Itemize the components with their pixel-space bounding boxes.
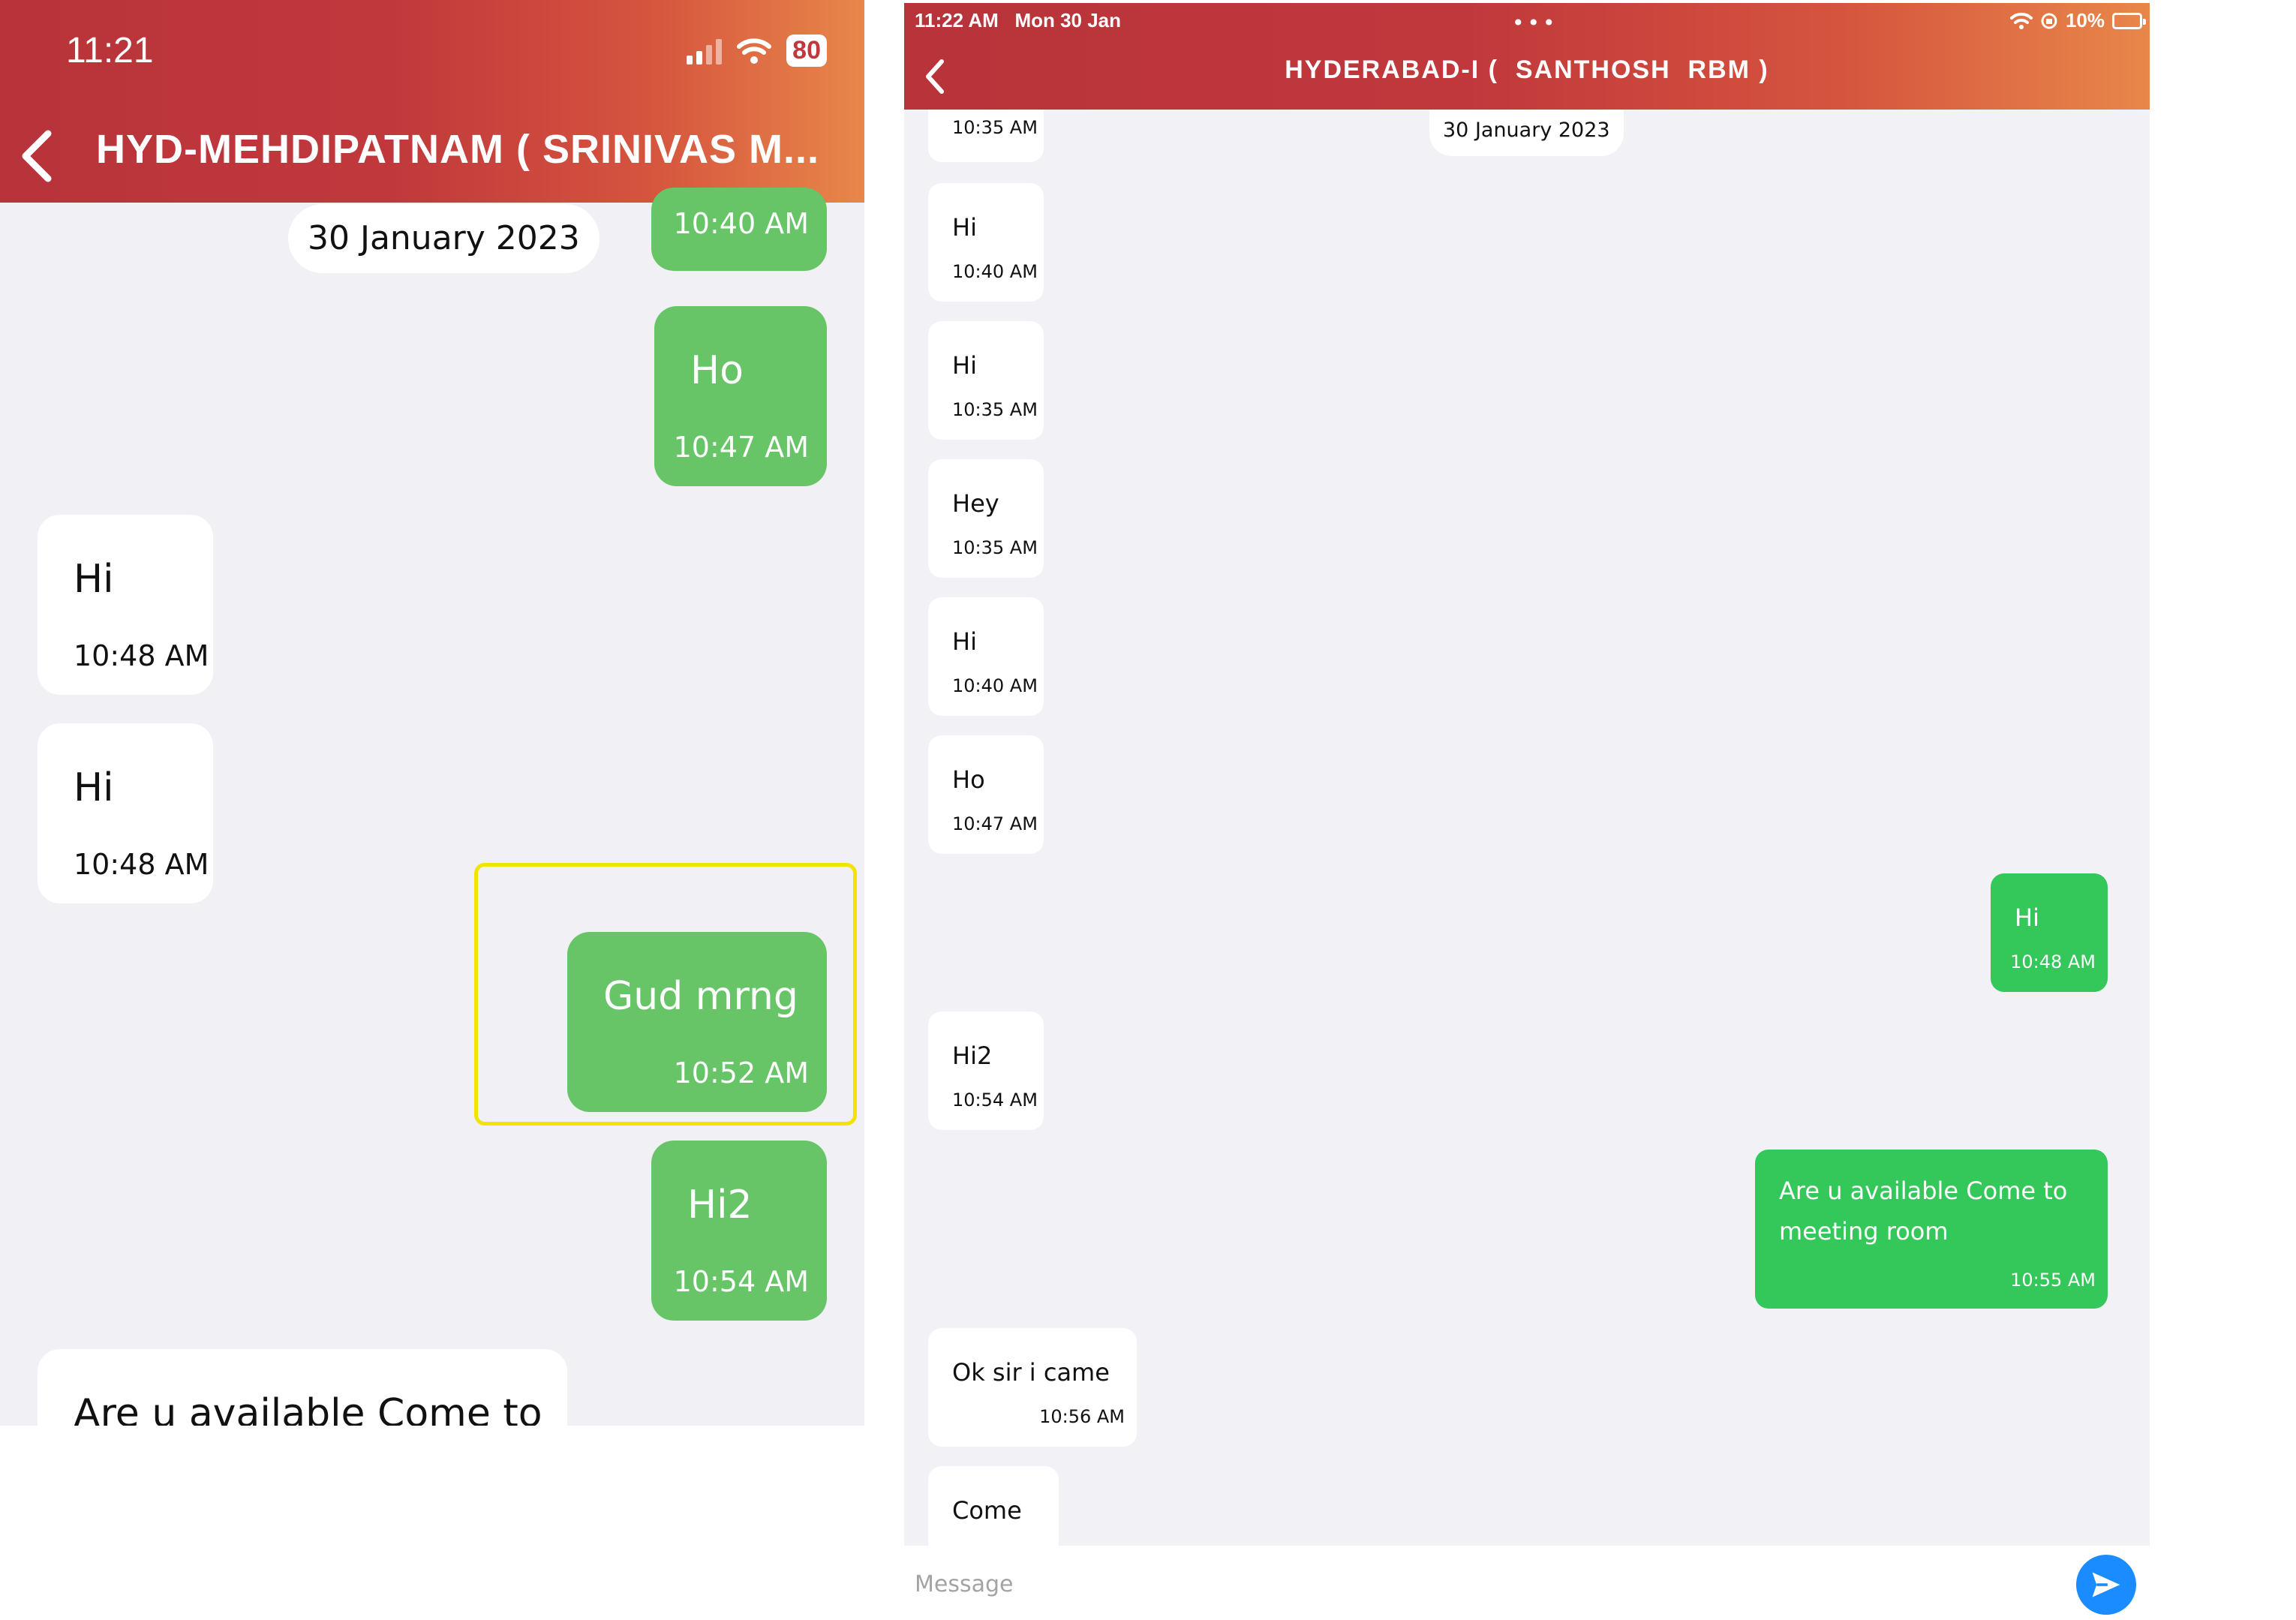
message-composer: [904, 1546, 2150, 1620]
message-time: 10:48 AM: [74, 848, 209, 881]
chat-header: 11:22 AM Mon 30 Jan ••• 10% HYDERABAD-I …: [904, 3, 2150, 110]
message-text: Hi: [74, 557, 114, 602]
status-time: 11:22 AM: [915, 9, 999, 32]
phone-chat-screen: 11:21 80 HYD-MEHDIPATNAM ( SRINIVAS M...…: [0, 0, 864, 1426]
message-bubble-incoming[interactable]: Come: [928, 1466, 1059, 1546]
wifi-icon: [2009, 12, 2033, 29]
message-bubble-outgoing[interactable]: Are u available Come to meeting room 10:…: [1755, 1150, 2108, 1309]
chat-title: HYDERABAD-I ( SANTHOSH RBM ): [1285, 56, 1769, 84]
message-bubble-incoming[interactable]: Ok sir i came 10:56 AM: [928, 1328, 1137, 1447]
message-time: 10:48 AM: [2010, 951, 2096, 972]
message-text: Are u available Come to: [74, 1391, 542, 1426]
message-time: 10:40 AM: [673, 207, 809, 240]
message-time: 10:56 AM: [1039, 1406, 1125, 1427]
message-input[interactable]: [913, 1562, 2042, 1606]
multitasking-dots-icon[interactable]: •••: [1512, 11, 1558, 35]
status-icons: 80: [687, 35, 827, 67]
orientation-lock-icon: [2041, 13, 2057, 29]
message-bubble-incoming[interactable]: Ho 10:47 AM: [928, 735, 1044, 854]
message-time: 10:40 AM: [952, 675, 1038, 696]
message-text: Hi: [74, 765, 114, 810]
message-list[interactable]: 10:40 AM 30 January 2023 Ho 10:47 AM Hi …: [0, 188, 864, 1426]
message-text: Hi: [952, 627, 977, 656]
message-text: Come: [952, 1496, 1022, 1525]
message-text: Hi2: [687, 1183, 753, 1228]
signal-icon: [687, 38, 723, 65]
status-right: 10%: [2009, 9, 2146, 32]
message-time: 10:55 AM: [2010, 1270, 2096, 1291]
message-bubble-incoming[interactable]: 10:35 AM: [928, 110, 1044, 162]
message-time: 10:35 AM: [952, 117, 1038, 138]
message-bubble-incoming[interactable]: Hi 10:35 AM: [928, 321, 1044, 440]
status-time: 11:21: [66, 31, 154, 71]
message-text: Hi: [2015, 903, 2039, 932]
message-text: Ok sir i came: [952, 1358, 1110, 1387]
message-text: Ho: [952, 765, 985, 794]
message-bubble-outgoing[interactable]: Hi2 10:54 AM: [651, 1141, 827, 1321]
battery-icon: 80: [786, 35, 827, 67]
chat-title: HYD-MEHDIPATNAM ( SRINIVAS M...: [96, 127, 819, 172]
message-bubble-incoming[interactable]: Hi 10:48 AM: [38, 723, 213, 903]
message-time: 10:54 AM: [952, 1090, 1038, 1111]
message-list[interactable]: 10:35 AM 30 January 2023 Hi 10:40 AM Hi …: [904, 110, 2150, 1546]
message-time: 10:35 AM: [952, 399, 1038, 420]
message-text: Hi2: [952, 1041, 993, 1070]
message-bubble-incoming[interactable]: Hi 10:40 AM: [928, 183, 1044, 302]
send-button[interactable]: [2076, 1555, 2136, 1615]
message-time: 10:40 AM: [952, 261, 1038, 282]
message-bubble-outgoing[interactable]: 10:40 AM: [651, 188, 827, 271]
message-time: 10:48 AM: [74, 639, 209, 672]
selection-highlight: [474, 863, 857, 1126]
status-left: 11:22 AM Mon 30 Jan: [915, 9, 1121, 32]
battery-icon: [2112, 12, 2146, 29]
message-bubble-incoming[interactable]: Hi2 10:54 AM: [928, 1011, 1044, 1130]
message-bubble-incoming[interactable]: Hey 10:35 AM: [928, 459, 1044, 578]
chat-header: 11:21 80 HYD-MEHDIPATNAM ( SRINIVAS M...: [0, 0, 864, 203]
message-time: 10:54 AM: [673, 1265, 809, 1298]
message-bubble-outgoing[interactable]: Ho 10:47 AM: [654, 306, 827, 486]
message-text: Hey: [952, 489, 999, 518]
message-bubble-incoming[interactable]: Hi 10:48 AM: [38, 515, 213, 695]
message-text: Hi: [952, 351, 977, 380]
message-text: Ho: [690, 348, 744, 393]
message-text: Hi: [952, 213, 977, 242]
date-chip: 30 January 2023: [288, 204, 600, 273]
message-bubble-outgoing[interactable]: Hi 10:48 AM: [1991, 873, 2108, 992]
wifi-icon: [737, 38, 772, 64]
message-text: Are u available Come to meeting room: [1779, 1177, 2068, 1246]
message-time: 10:47 AM: [673, 431, 809, 464]
battery-percent: 10%: [2065, 9, 2105, 32]
status-date: Mon 30 Jan: [1014, 9, 1122, 32]
date-chip: 30 January 2023: [1429, 110, 1624, 156]
message-time: 10:47 AM: [952, 813, 1038, 834]
message-time: 10:35 AM: [952, 537, 1038, 558]
message-bubble-incoming[interactable]: Are u available Come to: [38, 1349, 567, 1426]
back-chevron-icon[interactable]: [15, 126, 60, 186]
message-bubble-incoming[interactable]: Hi 10:40 AM: [928, 597, 1044, 716]
send-icon: [2092, 1572, 2120, 1597]
tablet-chat-screen: 11:22 AM Mon 30 Jan ••• 10% HYDERABAD-I …: [904, 0, 2150, 1620]
